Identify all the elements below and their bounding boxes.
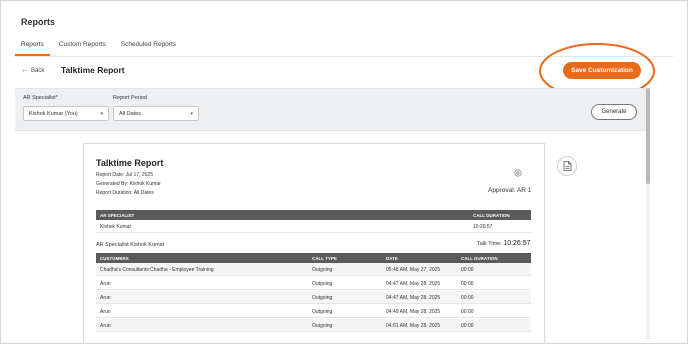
column-header: CALL DURATION [461, 256, 498, 261]
tab-scheduled-reports[interactable]: Scheduled Reports [115, 39, 182, 56]
cell-specialist: Kishok Kumar [100, 224, 132, 230]
cell-customer: Arun [100, 323, 111, 329]
period-label: Report Period [113, 95, 147, 101]
tab-bar: Reports Custom Reports Scheduled Reports [15, 39, 185, 56]
settings-icon[interactable] [513, 168, 523, 178]
back-label: Back [31, 67, 45, 74]
report-title: Talktime Report [96, 158, 164, 168]
cell-call-type: Outgoing [312, 295, 333, 301]
detail-table-header: CUSTOMERS CALL TYPE DATE CALL DURATION [96, 253, 531, 263]
talk-time-label: Talk Time: [477, 241, 502, 247]
table-row: Chadha's Consultants:Chadha - Employee T… [96, 263, 531, 276]
chevron-down-icon: ▾ [190, 110, 193, 117]
app-window: Reports Reports Custom Reports Scheduled… [0, 0, 688, 344]
cell-customer: Arun [100, 281, 111, 287]
cell-customer: Chadha's Consultants:Chadha - Employee T… [100, 267, 214, 273]
specialist-value: Kishok Kumar (You) [29, 110, 78, 117]
cell-date: 04:47 AM, May 28, 2025 [386, 295, 441, 301]
table-row: Arun Outgoing 04:49 AM, May 28, 2025 00:… [96, 305, 531, 318]
scrollbar-thumb[interactable] [646, 88, 650, 184]
column-header: CALL DURATION [473, 213, 510, 218]
cell-duration: 00:00 [461, 309, 474, 315]
period-select[interactable]: All Dates ▾ [113, 106, 199, 121]
column-header: CALL TYPE [312, 256, 337, 261]
column-header: CUSTOMERS [100, 256, 129, 261]
table-row: Arun Outgoing 04:47 AM, May 28, 2025 00:… [96, 277, 531, 290]
table-row: Arun Outgoing 04:51 AM, May 28, 2025 00:… [96, 319, 531, 332]
column-header: AR SPECIALIST [100, 213, 135, 218]
cell-date: 04:51 AM, May 28, 2025 [386, 323, 441, 329]
cell-customer: Arun [100, 295, 111, 301]
talk-time: Talk Time: 10:26:57 [477, 240, 531, 247]
talk-time-value: 10:26:57 [503, 240, 531, 247]
cell-call-type: Outgoing [312, 281, 333, 287]
specialist-section-label: AR Specialist Kishok Kumar [96, 242, 165, 248]
back-link[interactable]: ← Back [21, 67, 44, 74]
cell-customer: Arun [100, 309, 111, 315]
table-row: Kishok Kumar 10:26:57 [96, 220, 531, 233]
report-date: Report Date: Jul 17, 2025 [96, 172, 153, 178]
tab-custom-reports[interactable]: Custom Reports [53, 39, 112, 56]
cell-duration: 00:00 [461, 267, 474, 273]
chevron-down-icon: ▾ [100, 110, 103, 117]
cell-duration: 10:26:57 [473, 224, 493, 230]
tab-reports[interactable]: Reports [15, 39, 50, 56]
generate-button[interactable]: Generate [591, 104, 637, 120]
cell-date: 04:49 AM, May 28, 2025 [386, 309, 441, 315]
specialist-select[interactable]: Kishok Kumar (You) ▾ [23, 106, 109, 121]
arrow-left-icon: ← [21, 67, 28, 74]
export-button[interactable] [557, 156, 577, 176]
cell-call-type: Outgoing [312, 267, 333, 273]
cell-duration: 00:00 [461, 295, 474, 301]
column-header: DATE [386, 256, 398, 261]
save-customization-button[interactable]: Save Customization [563, 62, 641, 79]
report-name: Talktime Report [61, 65, 125, 75]
cell-call-type: Outgoing [312, 309, 333, 315]
cell-duration: 00:00 [461, 281, 474, 287]
period-value: All Dates [119, 110, 142, 117]
table-row: Arun Outgoing 04:47 AM, May 28, 2025 00:… [96, 291, 531, 304]
document-icon [563, 161, 571, 171]
specialist-label: AR Specialist* [23, 95, 58, 101]
cell-date: 05:48 AM, May 27, 2025 [386, 267, 441, 273]
report-generated-by: Generated By: Kishok Kumar [96, 181, 161, 187]
filter-bar [15, 88, 649, 131]
approval-label: Approval: AR 1 [488, 187, 532, 194]
report-duration: Report Duration: All Dates [96, 190, 154, 196]
cell-date: 04:47 AM, May 28, 2025 [386, 281, 441, 287]
cell-call-type: Outgoing [312, 323, 333, 329]
cell-duration: 00:00 [461, 323, 474, 329]
summary-table-header: AR SPECIALIST CALL DURATION [96, 210, 531, 220]
page-heading: Reports [21, 17, 56, 27]
